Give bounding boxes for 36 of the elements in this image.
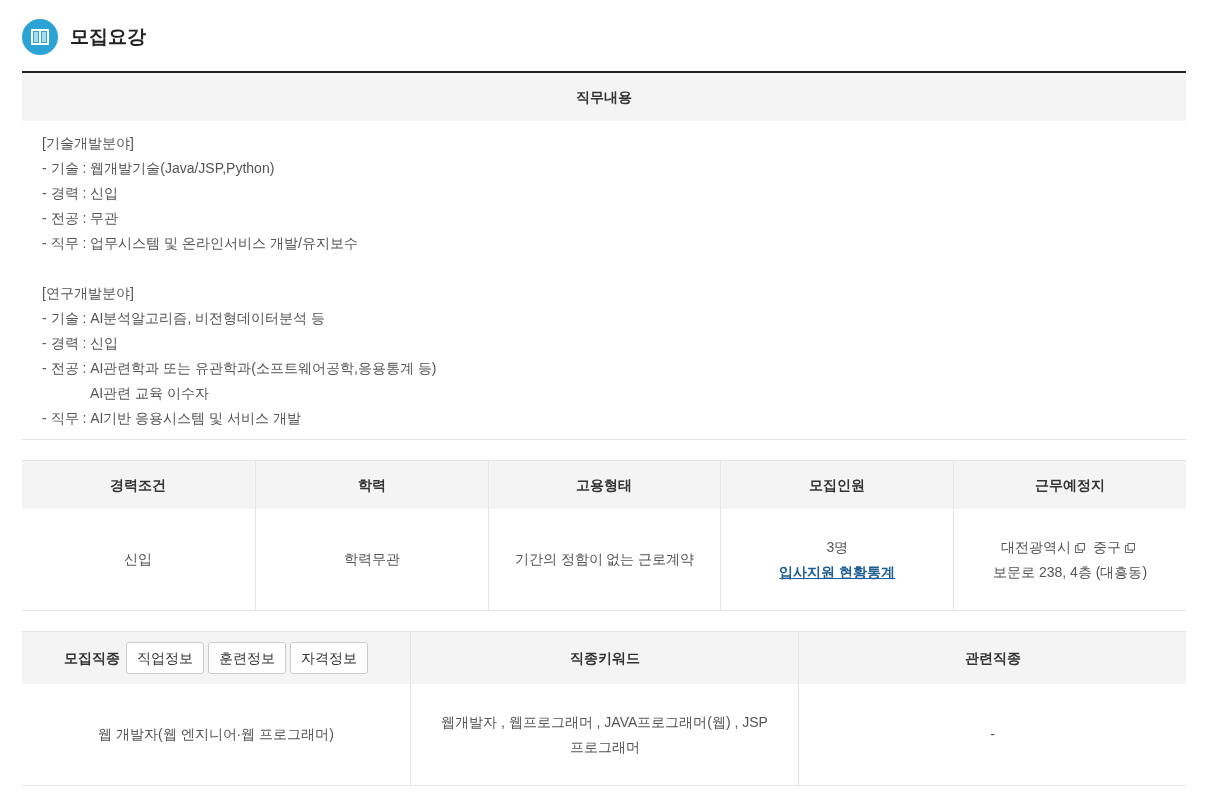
address-text[interactable]: 중구 bbox=[1093, 538, 1122, 555]
table-header: 직종키워드 bbox=[410, 632, 798, 684]
table-cell-text: 학력무관 bbox=[343, 550, 400, 569]
table-header: 근무예정지 bbox=[953, 461, 1186, 509]
address-text[interactable]: 대전광역시 bbox=[1001, 538, 1072, 555]
section-heading: [연구개발분야] bbox=[42, 284, 135, 303]
requirement-line: - 기술 : 웹개발기술(Java/JSP,Python) bbox=[42, 159, 276, 178]
requirement-line: - 전공 : AI관련학과 또는 유관학과(소프트웨어공학,응용통계 등) bbox=[42, 359, 438, 378]
table-header: 직무내용 bbox=[22, 73, 1186, 121]
section-title: 모집요강 bbox=[70, 24, 146, 49]
address-text: 보문로 238, 4층 (대흥동) bbox=[993, 563, 1148, 580]
table-cell-text: - bbox=[990, 725, 995, 744]
requirement-line: - 전공 : 무관 bbox=[42, 209, 120, 228]
table-header: 관련직종 bbox=[798, 632, 1186, 684]
table-header: 경력조건 bbox=[22, 461, 255, 509]
requirement-line: - 직무 : AI기반 응용시스템 및 서비스 개발 bbox=[42, 409, 302, 428]
requirement-line: - 직무 : 업무시스템 및 온라인서비스 개발/유지보수 bbox=[42, 234, 359, 253]
book-icon bbox=[22, 19, 58, 55]
requirement-line: - 기술 : AI분석알고리즘, 비전형데이터분석 등 bbox=[42, 309, 327, 328]
requirement-line: - 경력 : 신입 bbox=[42, 184, 120, 203]
table-header: 고용형태 bbox=[487, 461, 721, 509]
info-button[interactable]: 훈련정보 bbox=[208, 642, 286, 674]
table-header: 학력 bbox=[254, 461, 488, 509]
table-cell-text: 3명 bbox=[826, 537, 849, 557]
table-cell-text: 신입 bbox=[124, 550, 153, 569]
info-button[interactable]: 직업정보 bbox=[126, 642, 204, 674]
table-header: 모집인원 bbox=[720, 461, 954, 509]
requirement-line: AI관련 교육 이수자 bbox=[89, 384, 210, 403]
requirement-line: - 경력 : 신입 bbox=[42, 334, 120, 353]
stats-link[interactable]: 입사지원 현황통계 bbox=[779, 559, 896, 585]
table-cell-text: 웹 개발자(웹 엔지니어·웹 프로그래머) bbox=[98, 725, 334, 744]
info-button[interactable]: 자격정보 bbox=[290, 642, 368, 674]
table-cell-text: 기간의 정함이 없는 근로계약 bbox=[514, 550, 695, 569]
table-cell-text: 웹개발자 , 웹프로그래머 , JAVA프로그래머(웹) , JSP프로그래머 bbox=[440, 712, 769, 757]
section-heading: [기술개발분야] bbox=[42, 134, 135, 153]
column-header: 모집직종 bbox=[64, 648, 120, 668]
